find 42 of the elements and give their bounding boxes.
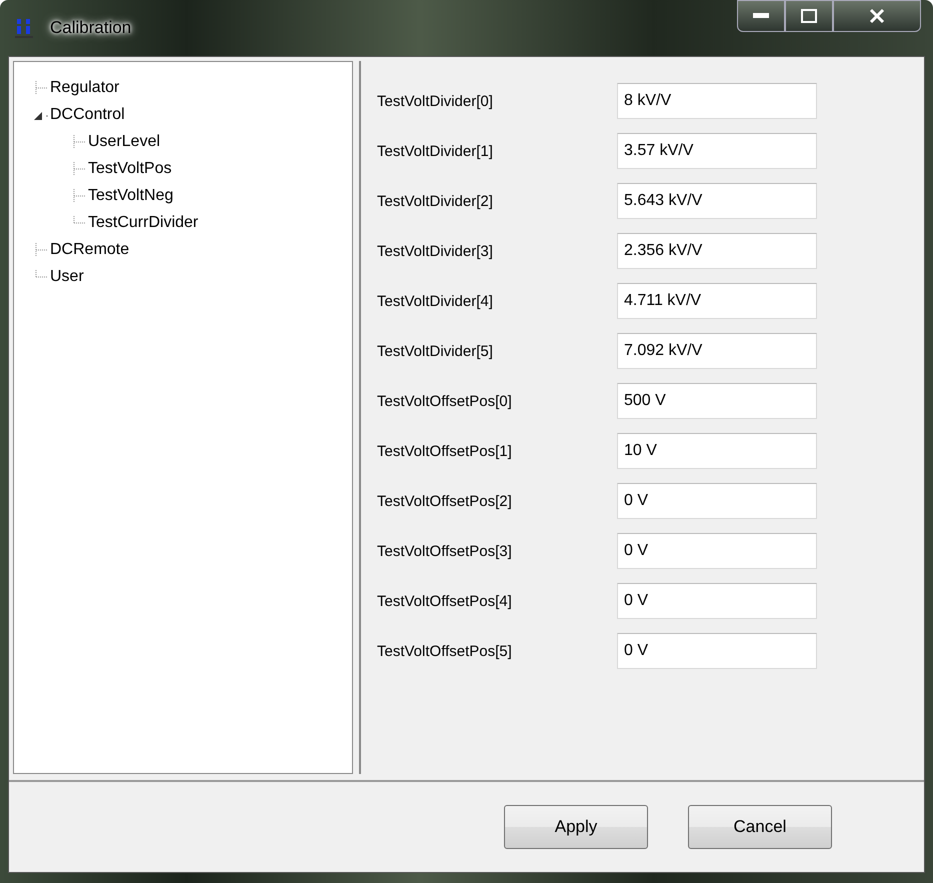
tree-item[interactable]: TestVoltPos	[88, 160, 172, 178]
input-field[interactable]: 8 kV/V	[617, 83, 817, 119]
field-label: TestVoltDivider[0]	[377, 92, 494, 110]
field-label: TestVoltOffsetPos[4]	[377, 592, 513, 610]
field-label: TestVoltDivider[4]	[377, 292, 494, 310]
input-field[interactable]: 0 V	[617, 483, 817, 519]
dialog-button[interactable]: Cancel	[688, 805, 832, 849]
window-title: Calibration	[49, 17, 132, 39]
tree-item[interactable]: Regulator	[50, 78, 120, 96]
tree-item[interactable]: UserLevel	[88, 132, 160, 150]
field-label: TestVoltDivider[2]	[377, 192, 494, 210]
field-label: TestVoltOffsetPos[2]	[377, 492, 513, 510]
field-label: TestVoltOffsetPos[1]	[377, 442, 513, 460]
input-field[interactable]: 5.643 kV/V	[617, 183, 817, 219]
input-field[interactable]: 7.092 kV/V	[617, 333, 817, 369]
tree-item[interactable]: DCControl	[50, 106, 125, 124]
close-button[interactable]	[833, 0, 921, 32]
tree-item[interactable]: User	[50, 268, 84, 286]
tree-item[interactable]: DCRemote	[50, 240, 130, 258]
field-label: TestVoltDivider[3]	[377, 242, 494, 260]
input-field[interactable]: 0 V	[617, 583, 817, 619]
field-label: TestVoltOffsetPos[5]	[377, 642, 513, 660]
input-field[interactable]: 2.356 kV/V	[617, 233, 817, 269]
maximize-button[interactable]	[785, 0, 833, 32]
input-field[interactable]: 0 V	[617, 533, 817, 569]
dialog-button[interactable]: Apply	[504, 805, 648, 849]
input-field[interactable]: 10 V	[617, 433, 817, 469]
maximize-icon	[801, 9, 817, 23]
app-icon	[14, 17, 36, 39]
input-field[interactable]: 4.711 kV/V	[617, 283, 817, 319]
input-field[interactable]: 0 V	[617, 633, 817, 669]
field-label: TestVoltDivider[5]	[377, 342, 494, 360]
tree-item[interactable]: TestVoltNeg	[88, 186, 174, 204]
field-label: TestVoltDivider[1]	[377, 142, 494, 160]
field-label: TestVoltOffsetPos[3]	[377, 542, 513, 560]
tree-item[interactable]: TestCurrDivider	[88, 214, 198, 232]
field-label: TestVoltOffsetPos[0]	[377, 392, 513, 410]
minimize-button[interactable]	[737, 0, 785, 32]
minimize-icon	[753, 13, 769, 19]
input-field[interactable]: 500 V	[617, 383, 817, 419]
input-field[interactable]: 3.57 kV/V	[617, 133, 817, 169]
close-icon	[869, 8, 885, 24]
